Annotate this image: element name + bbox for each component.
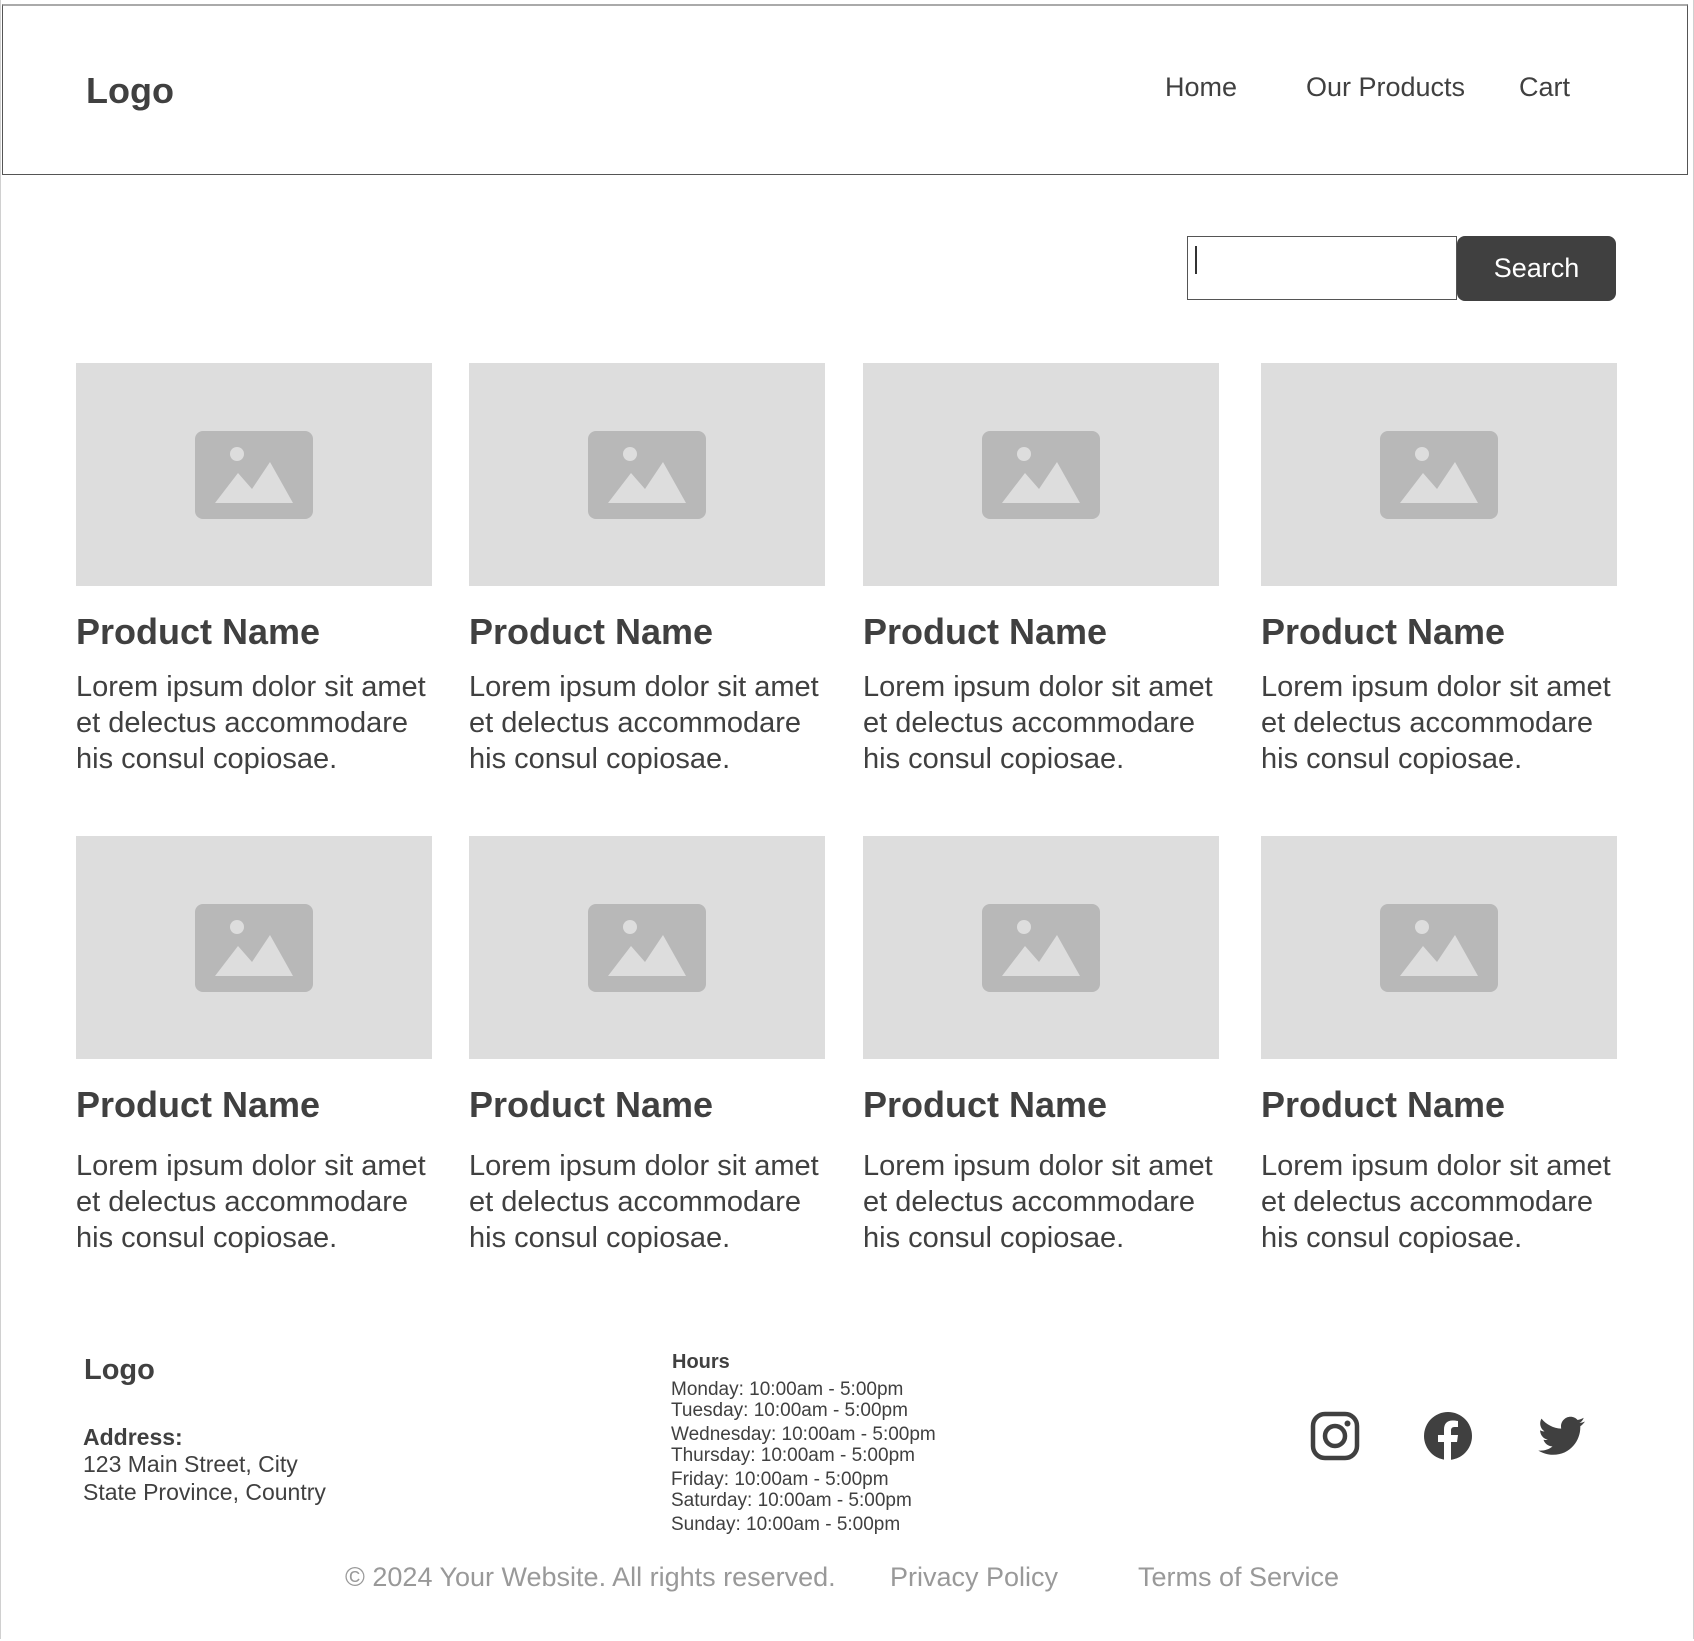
product-image[interactable] — [76, 836, 432, 1059]
product-name[interactable]: Product Name — [469, 612, 825, 652]
product-image[interactable] — [1261, 363, 1617, 586]
product-card[interactable]: Product Name Lorem ipsum dolor sit amet … — [863, 363, 1219, 777]
product-description: Lorem ipsum dolor sit amet et delectus a… — [1261, 1150, 1611, 1254]
search-input[interactable] — [1187, 236, 1457, 300]
hours-line: Friday: 10:00am - 5:00pm — [671, 1469, 889, 1490]
hours-line: Tuesday: 10:00am - 5:00pm — [671, 1400, 908, 1421]
product-image[interactable] — [1261, 836, 1617, 1059]
product-card[interactable]: Product Name Lorem ipsum dolor sit amet … — [469, 363, 825, 777]
hours-line: Saturday: 10:00am - 5:00pm — [671, 1490, 912, 1511]
copyright-text: © 2024 Your Website. All rights reserved… — [345, 1562, 836, 1592]
product-name[interactable]: Product Name — [1261, 612, 1617, 652]
image-placeholder-icon — [588, 430, 706, 519]
product-name[interactable]: Product Name — [469, 1085, 825, 1125]
product-image[interactable] — [863, 836, 1219, 1059]
product-image[interactable] — [863, 363, 1219, 586]
header-logo[interactable]: Logo — [86, 70, 174, 112]
product-image[interactable] — [76, 363, 432, 586]
terms-of-service-link[interactable]: Terms of Service — [1138, 1562, 1339, 1593]
address-line: 123 Main Street, City — [83, 1451, 298, 1477]
address-text: 123 Main Street, City State Province, Co… — [83, 1450, 326, 1506]
product-image[interactable] — [469, 363, 825, 586]
text-cursor — [1195, 246, 1197, 274]
nav-home-link[interactable]: Home — [1165, 72, 1237, 103]
product-name[interactable]: Product Name — [76, 1085, 432, 1125]
product-description: Lorem ipsum dolor sit amet et delectus a… — [863, 671, 1213, 775]
product-description: Lorem ipsum dolor sit amet et delectus a… — [863, 1150, 1213, 1254]
product-card[interactable]: Product Name Lorem ipsum dolor sit amet … — [1261, 363, 1617, 777]
footer-logo[interactable]: Logo — [84, 1354, 155, 1387]
product-name[interactable]: Product Name — [76, 612, 432, 652]
image-placeholder-icon — [982, 903, 1100, 992]
hours-line: Thursday: 10:00am - 5:00pm — [671, 1445, 915, 1466]
product-card[interactable]: Product Name Lorem ipsum dolor sit amet … — [863, 836, 1219, 1256]
hours-line: Monday: 10:00am - 5:00pm — [671, 1379, 904, 1400]
product-card[interactable]: Product Name Lorem ipsum dolor sit amet … — [1261, 836, 1617, 1256]
product-description: Lorem ipsum dolor sit amet et delectus a… — [469, 671, 819, 775]
address-line: State Province, Country — [83, 1479, 326, 1505]
privacy-policy-link[interactable]: Privacy Policy — [890, 1562, 1058, 1593]
product-description: Lorem ipsum dolor sit amet et delectus a… — [1261, 671, 1611, 775]
product-description: Lorem ipsum dolor sit amet et delectus a… — [76, 671, 426, 775]
nav-cart-link[interactable]: Cart — [1519, 72, 1570, 103]
image-placeholder-icon — [1380, 903, 1498, 992]
twitter-icon[interactable] — [1537, 1411, 1587, 1461]
hours-list: Monday: 10:00am - 5:00pm Tuesday: 10:00a… — [671, 1379, 936, 1535]
product-card[interactable]: Product Name Lorem ipsum dolor sit amet … — [469, 836, 825, 1256]
image-placeholder-icon — [195, 903, 313, 992]
image-placeholder-icon — [982, 430, 1100, 519]
product-description: Lorem ipsum dolor sit amet et delectus a… — [76, 1150, 426, 1254]
product-description: Lorem ipsum dolor sit amet et delectus a… — [469, 1150, 819, 1254]
product-card[interactable]: Product Name Lorem ipsum dolor sit amet … — [76, 836, 432, 1256]
product-name[interactable]: Product Name — [863, 612, 1219, 652]
product-name[interactable]: Product Name — [1261, 1085, 1617, 1125]
search-button[interactable]: Search — [1457, 236, 1616, 301]
instagram-icon[interactable] — [1310, 1411, 1360, 1461]
hours-title: Hours — [672, 1351, 730, 1373]
product-name[interactable]: Product Name — [863, 1085, 1219, 1125]
hours-line: Wednesday: 10:00am - 5:00pm — [671, 1424, 936, 1445]
image-placeholder-icon — [588, 903, 706, 992]
address-label: Address: — [83, 1424, 183, 1450]
product-card[interactable]: Product Name Lorem ipsum dolor sit amet … — [76, 363, 432, 777]
hours-line: Sunday: 10:00am - 5:00pm — [671, 1514, 901, 1535]
image-placeholder-icon — [1380, 430, 1498, 519]
image-placeholder-icon — [195, 430, 313, 519]
facebook-icon[interactable] — [1423, 1411, 1473, 1461]
product-image[interactable] — [469, 836, 825, 1059]
nav-our-products-link[interactable]: Our Products — [1306, 72, 1465, 103]
